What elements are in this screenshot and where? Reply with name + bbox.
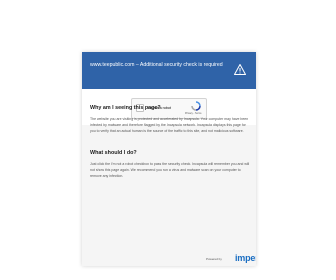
what-heading: What should I do? <box>90 150 137 156</box>
banner-message: www.teepublic.com – Additional security … <box>90 62 223 68</box>
security-check-card: www.teepublic.com – Additional security … <box>82 52 256 266</box>
warning-triangle-icon <box>234 64 246 75</box>
imperva-logo[interactable]: imperva <box>235 253 256 263</box>
what-body: Just click the I'm not a robot checkbox … <box>90 162 250 179</box>
why-heading: Why am I seeing this page? <box>90 105 161 111</box>
powered-by-label: Powered by <box>206 257 222 261</box>
why-body: The website you are visiting is protecte… <box>90 117 249 134</box>
info-section: Powered by imperva <box>82 125 256 266</box>
recaptcha-icon <box>191 101 201 111</box>
footer: Powered by imperva <box>90 253 256 264</box>
security-banner: www.teepublic.com – Additional security … <box>82 52 256 89</box>
recaptcha-privacy-links[interactable]: Privacy - Terms <box>185 112 201 115</box>
